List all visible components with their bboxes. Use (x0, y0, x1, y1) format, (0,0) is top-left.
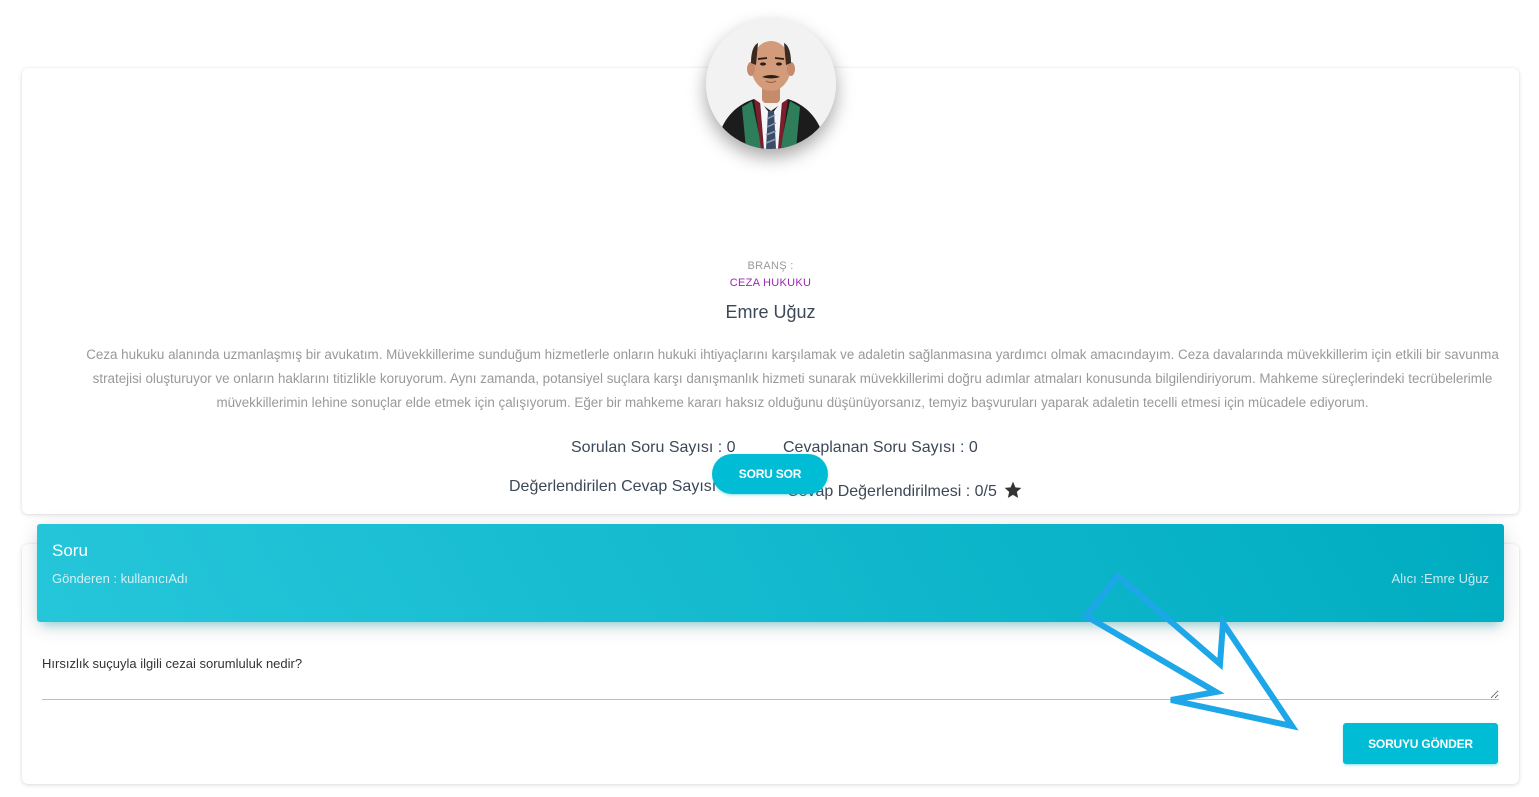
question-recipient: Alıcı :Emre Uğuz (1391, 571, 1489, 586)
question-form-title: Soru (52, 541, 88, 560)
branch-label: BRANŞ : (747, 260, 794, 272)
send-question-button[interactable]: SORUYU GÖNDER (1343, 723, 1498, 764)
lawyer-name: Emre Uğuz (725, 302, 816, 322)
rated-answers-stat: Değerlendirilen Cevap Sayısı : 0 (509, 478, 739, 495)
question-input[interactable] (42, 652, 1499, 700)
star-icon (1003, 480, 1023, 505)
asked-count-stat: Sorulan Soru Sayısı : 0 (571, 439, 736, 456)
lawyer-avatar (706, 19, 836, 149)
branch-value: CEZA HUKUKU (729, 277, 812, 289)
ask-question-button[interactable]: SORU SOR (712, 454, 828, 494)
question-form-header: Soru Gönderen : kullanıcıAdı Alıcı :Emre… (37, 524, 1504, 622)
lawyer-bio: Ceza hukuku alanında uzmanlaşmış bir avu… (86, 347, 1499, 410)
question-sender: Gönderen : kullanıcıAdı (52, 571, 188, 586)
